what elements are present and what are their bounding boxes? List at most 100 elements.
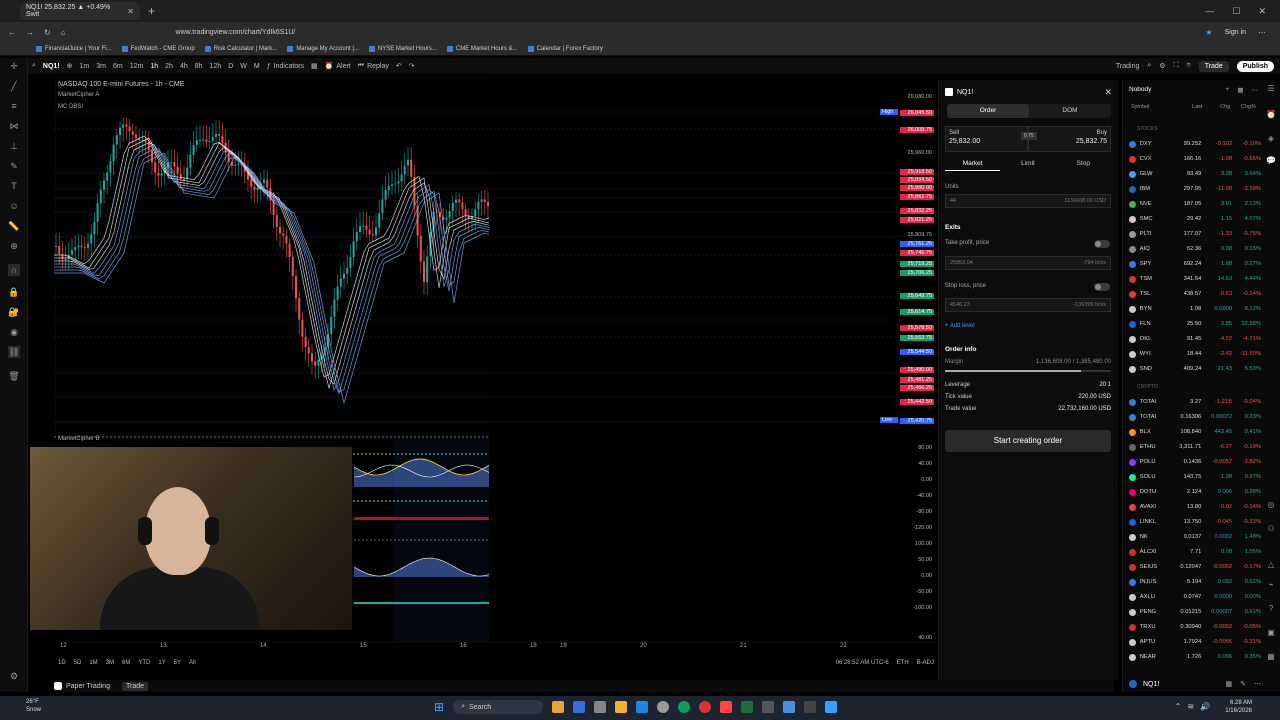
watchlist-row[interactable]: TOTAI 0.16306 0.00072 0.23% bbox=[1129, 410, 1261, 424]
search-icon[interactable]: ⌕ bbox=[1147, 62, 1151, 70]
add-level-button[interactable]: + Add level bbox=[945, 323, 975, 329]
watchlist-row[interactable]: POLU 0.1436 -0.0057 -3.82% bbox=[1129, 455, 1261, 469]
symbol-button[interactable]: NQ1! bbox=[43, 63, 60, 70]
search-icon[interactable]: ⌕ bbox=[32, 62, 36, 70]
more-icon[interactable]: ⋯ bbox=[1252, 86, 1259, 94]
taskbar-search[interactable]: ⌕ Search bbox=[453, 700, 544, 714]
watchlist-row[interactable]: NVE 187.05 3.91 2.13% bbox=[1129, 197, 1261, 211]
interval-M[interactable]: M bbox=[254, 63, 260, 70]
lock-drawings-icon[interactable]: 🔐 bbox=[8, 306, 20, 318]
adjustment-toggle[interactable]: B-ADJ bbox=[917, 660, 934, 666]
browser-tab[interactable]: NQ1! 25,832.25 ▲ +0.49% Swit ✕ bbox=[20, 2, 140, 20]
watchlist-row[interactable]: GLW 93.49 3.28 3.64% bbox=[1129, 167, 1261, 181]
bookmark-item[interactable]: CME Market Hours &... bbox=[446, 45, 518, 52]
edge-icon[interactable] bbox=[678, 701, 691, 713]
tab-order[interactable]: Order bbox=[947, 104, 1029, 118]
range-All[interactable]: All bbox=[189, 660, 196, 666]
range-1Y[interactable]: 1Y bbox=[158, 660, 165, 666]
watchlist-row[interactable]: TSM 341.64 14.53 4.44% bbox=[1129, 272, 1261, 286]
help-icon[interactable]: ? bbox=[1266, 604, 1276, 614]
chart-icon[interactable]: ⚇ bbox=[1266, 524, 1276, 534]
new-tab-icon[interactable]: + bbox=[148, 4, 155, 18]
watchlist-row[interactable]: NEAR 1.726 0.006 0.35% bbox=[1129, 650, 1261, 664]
watchlist-row[interactable]: ALCXI 7.71 0.08 1.05% bbox=[1129, 545, 1261, 559]
interval-6m[interactable]: 6m bbox=[113, 63, 123, 70]
trendline-icon[interactable]: ╱ bbox=[8, 80, 20, 92]
minimize-icon[interactable]: — bbox=[1205, 6, 1214, 17]
watchlist-row[interactable]: SEIUS 0.12047 -0.0002 -0.17% bbox=[1129, 560, 1261, 574]
watchlist-row[interactable]: TOTAI 3.27 -1.21B -0.04% bbox=[1129, 395, 1261, 409]
watchlist-row[interactable]: ETHU 3,311.71 -6.27 -0.19% bbox=[1129, 440, 1261, 454]
crosshair-icon[interactable]: ✛ bbox=[8, 60, 20, 72]
layers-icon[interactable]: ◈ bbox=[1266, 134, 1276, 144]
paper-trading-tab[interactable]: Paper Trading bbox=[54, 682, 110, 690]
range-5Y[interactable]: 5Y bbox=[174, 660, 181, 666]
interval-12m[interactable]: 12m bbox=[130, 63, 144, 70]
add-icon[interactable]: + bbox=[1226, 86, 1230, 94]
calculator-icon[interactable] bbox=[762, 701, 775, 713]
buy-button[interactable]: Buy 25,832.75 bbox=[1028, 126, 1111, 152]
layout-icon[interactable]: ▦ bbox=[1226, 680, 1233, 688]
tab-market[interactable]: Market bbox=[945, 160, 1001, 171]
watchlist-row[interactable]: TRXU 0.30940 -0.0002 -0.05% bbox=[1129, 620, 1261, 634]
watchlist-row[interactable]: DOTU 2.124 0.006 0.28% bbox=[1129, 485, 1261, 499]
layout-icon[interactable]: ▦ bbox=[1237, 86, 1243, 94]
bookmark-item[interactable]: FedWatch - CME Group bbox=[121, 45, 195, 52]
replay-button[interactable]: ⏮ Replay bbox=[358, 62, 389, 70]
watchlist-name[interactable]: Nobody bbox=[1129, 86, 1151, 94]
menu-icon[interactable]: ⋯ bbox=[1258, 28, 1266, 37]
session-toggle[interactable]: ETH bbox=[897, 660, 909, 666]
trading-label[interactable]: Trading bbox=[1116, 63, 1139, 70]
pattern-icon[interactable]: ⋈ bbox=[8, 120, 20, 132]
chevron-up-icon[interactable]: ⌃ bbox=[1175, 702, 1182, 711]
app-icon[interactable] bbox=[804, 701, 817, 713]
range-6M[interactable]: 6M bbox=[122, 660, 130, 666]
interval-1h[interactable]: 1h bbox=[150, 63, 158, 70]
pulse-icon[interactable]: ⌁ bbox=[1266, 580, 1276, 590]
lock-icon[interactable]: 🔒 bbox=[8, 286, 20, 298]
bookmark-item[interactable]: Calendar | Forex Factory bbox=[527, 45, 603, 52]
undo-icon[interactable]: ↶ bbox=[396, 62, 402, 70]
watchlist-row[interactable]: PLTI 177.07 -1.33 -0.75% bbox=[1129, 227, 1261, 241]
alert-button[interactable]: ⏰ Alert bbox=[325, 62, 351, 71]
trade-tab[interactable]: Trade bbox=[121, 681, 149, 691]
take-profit-toggle[interactable] bbox=[1094, 240, 1110, 248]
bookmark-item[interactable]: FinancialJuice | Your Fi... bbox=[36, 45, 112, 52]
stop-loss-toggle[interactable] bbox=[1094, 283, 1110, 291]
calendar-icon[interactable]: ▣ bbox=[1266, 628, 1276, 638]
watchlist-row[interactable]: CVX 166.16 -1.08 -0.65% bbox=[1129, 152, 1261, 166]
store-icon[interactable] bbox=[636, 701, 649, 713]
watchlist-row[interactable]: BYN 1.08 0.0800 8.12% bbox=[1129, 302, 1261, 316]
fib-icon[interactable]: ≡ bbox=[8, 100, 20, 112]
range-1D[interactable]: 1D bbox=[58, 660, 66, 666]
watchlist-row[interactable]: BLX 108,840 443.45 0.41% bbox=[1129, 425, 1261, 439]
watchlist-row[interactable]: OKL 91.45 -4.52 -4.71% bbox=[1129, 332, 1261, 346]
github-icon[interactable] bbox=[657, 701, 670, 713]
wifi-icon[interactable]: ≋ bbox=[1187, 702, 1194, 711]
interval-12h[interactable]: 12h bbox=[210, 63, 222, 70]
watchlist-row[interactable]: AVAXI 13.80 -0.02 -0.14% bbox=[1129, 500, 1261, 514]
file-explorer-icon[interactable] bbox=[552, 701, 565, 713]
trade-button[interactable]: Trade bbox=[1198, 60, 1229, 72]
range-3M[interactable]: 3M bbox=[106, 660, 114, 666]
tab-stop[interactable]: Stop bbox=[1056, 160, 1111, 171]
watchlist-row[interactable]: WYI 18.44 -2.42 -11.60% bbox=[1129, 347, 1261, 361]
url-field[interactable]: www.tradingview.com/chart/YdIk6S1U/ bbox=[176, 29, 296, 36]
projection-icon[interactable]: ⊥ bbox=[8, 140, 20, 152]
watchlist-row[interactable]: SPY 692.24 1.88 0.27% bbox=[1129, 257, 1261, 271]
folder-icon[interactable] bbox=[615, 701, 628, 713]
eye-icon[interactable]: ◉ bbox=[8, 326, 20, 338]
vivaldi-icon[interactable] bbox=[720, 701, 733, 713]
fullscreen-icon[interactable]: ⛶ bbox=[1174, 62, 1179, 70]
interval-1m[interactable]: 1m bbox=[80, 63, 90, 70]
clock-widget[interactable]: 6:28 AM 1/16/2026 bbox=[1225, 699, 1252, 715]
volume-icon[interactable]: 🔊 bbox=[1200, 702, 1210, 711]
weather-widget[interactable]: 26°F Snow bbox=[26, 698, 41, 714]
zoom-icon[interactable]: ⊕ bbox=[8, 240, 20, 252]
settings-icon[interactable] bbox=[594, 701, 607, 713]
units-input[interactable]: 44 1136608.00 USD bbox=[945, 194, 1111, 208]
watchlist-row[interactable]: SMC 29.42 1.15 4.07% bbox=[1129, 212, 1261, 226]
tab-limit[interactable]: Limit bbox=[1000, 160, 1055, 171]
camera-icon[interactable]: ⌾ bbox=[1186, 62, 1190, 70]
watchlist-row[interactable]: FLN 25.50 2.85 12.58% bbox=[1129, 317, 1261, 331]
